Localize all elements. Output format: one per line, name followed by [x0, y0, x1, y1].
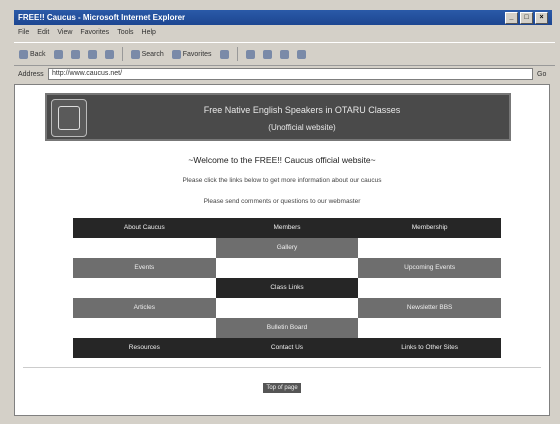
- nav-blank: [73, 318, 216, 338]
- forward-button[interactable]: [52, 49, 65, 59]
- toolbar: Back Search Favorites: [14, 42, 555, 66]
- site-logo: [51, 99, 87, 137]
- menu-view[interactable]: View: [57, 27, 72, 39]
- banner-subtitle: (Unofficial website): [268, 123, 336, 132]
- menu-file[interactable]: File: [18, 27, 29, 39]
- nav-blank: [215, 258, 359, 278]
- menu-edit[interactable]: Edit: [37, 27, 49, 39]
- footer-divider: [23, 367, 541, 368]
- home-button[interactable]: [103, 49, 116, 59]
- forward-arrow-icon: [53, 49, 63, 59]
- history-button[interactable]: [218, 49, 231, 59]
- search-icon: [130, 49, 140, 59]
- minimize-icon[interactable]: _: [505, 12, 518, 24]
- back-arrow-icon: [19, 49, 28, 59]
- nav-link-class-links[interactable]: Class Links: [215, 278, 359, 298]
- print-icon: [262, 49, 272, 59]
- toolbar-divider: [236, 47, 238, 61]
- nav-link-other-sites[interactable]: Links to Other Sites: [358, 338, 501, 358]
- contact-text: Please send comments or questions to our…: [203, 198, 361, 205]
- edit-icon: [279, 49, 289, 59]
- search-button[interactable]: Search: [129, 49, 166, 59]
- nav-blank: [358, 318, 501, 338]
- toolbar-divider: [121, 47, 123, 61]
- nav-link-articles[interactable]: Articles: [73, 298, 216, 318]
- nav-link-membership[interactable]: Membership: [358, 218, 501, 238]
- maximize-icon[interactable]: □: [520, 12, 533, 24]
- nav-blank: [73, 278, 216, 298]
- nav-link-members[interactable]: Members: [215, 218, 359, 238]
- discuss-icon: [296, 49, 306, 59]
- go-button[interactable]: Go: [537, 71, 546, 78]
- nav-link-contact[interactable]: Contact Us: [215, 338, 359, 358]
- nav-grid: About Caucus Members Membership Gallery …: [73, 218, 501, 358]
- back-label: Back: [30, 50, 46, 58]
- history-icon: [219, 49, 229, 59]
- nav-link-bulletin[interactable]: Bulletin Board: [215, 318, 359, 338]
- nav-link-upcoming[interactable]: Upcoming Events: [358, 258, 501, 278]
- menu-bar: File Edit View Favorites Tools Help: [14, 27, 556, 39]
- menu-favorites[interactable]: Favorites: [80, 27, 109, 39]
- back-button[interactable]: Back: [17, 49, 48, 59]
- page-viewport: Free Native English Speakers in OTARU Cl…: [14, 84, 550, 416]
- welcome-heading: ~Welcome to the FREE!! Caucus official w…: [188, 155, 376, 165]
- close-icon[interactable]: ×: [535, 12, 548, 24]
- menu-help[interactable]: Help: [142, 27, 156, 39]
- top-of-page-button[interactable]: Top of page: [263, 383, 301, 393]
- mail-button[interactable]: [244, 49, 257, 59]
- print-button[interactable]: [261, 49, 274, 59]
- nav-link-resources[interactable]: Resources: [73, 338, 216, 358]
- address-bar: Address http://www.caucus.net/ Go: [14, 67, 552, 81]
- refresh-icon: [87, 49, 97, 59]
- edit-button[interactable]: [278, 49, 291, 59]
- mail-icon: [245, 49, 255, 59]
- refresh-button[interactable]: [86, 49, 99, 59]
- window-title: FREE!! Caucus - Microsoft Internet Explo…: [18, 13, 186, 22]
- nav-blank: [358, 238, 501, 258]
- nav-blank: [73, 238, 216, 258]
- favorites-button[interactable]: Favorites: [170, 49, 214, 59]
- star-icon: [171, 49, 181, 59]
- stop-icon: [70, 49, 80, 59]
- favorites-label: Favorites: [182, 50, 212, 58]
- info-text: Please click the links below to get more…: [182, 177, 382, 184]
- nav-blank: [358, 278, 501, 298]
- home-icon: [104, 49, 114, 59]
- site-banner: Free Native English Speakers in OTARU Cl…: [45, 93, 511, 141]
- nav-link-about[interactable]: About Caucus: [73, 218, 216, 238]
- window-titlebar: FREE!! Caucus - Microsoft Internet Explo…: [14, 10, 552, 25]
- nav-link-newsletter[interactable]: Newsletter BBS: [358, 298, 501, 318]
- discuss-button[interactable]: [295, 49, 308, 59]
- nav-link-events[interactable]: Events: [73, 258, 216, 278]
- nav-link-gallery[interactable]: Gallery: [215, 238, 359, 258]
- address-input[interactable]: http://www.caucus.net/: [48, 68, 533, 80]
- menu-tools[interactable]: Tools: [117, 27, 133, 39]
- nav-blank: [215, 298, 359, 318]
- banner-title: Free Native English Speakers in OTARU Cl…: [203, 105, 401, 115]
- search-label: Search: [141, 50, 164, 58]
- stop-button[interactable]: [69, 49, 82, 59]
- address-label: Address: [18, 70, 44, 78]
